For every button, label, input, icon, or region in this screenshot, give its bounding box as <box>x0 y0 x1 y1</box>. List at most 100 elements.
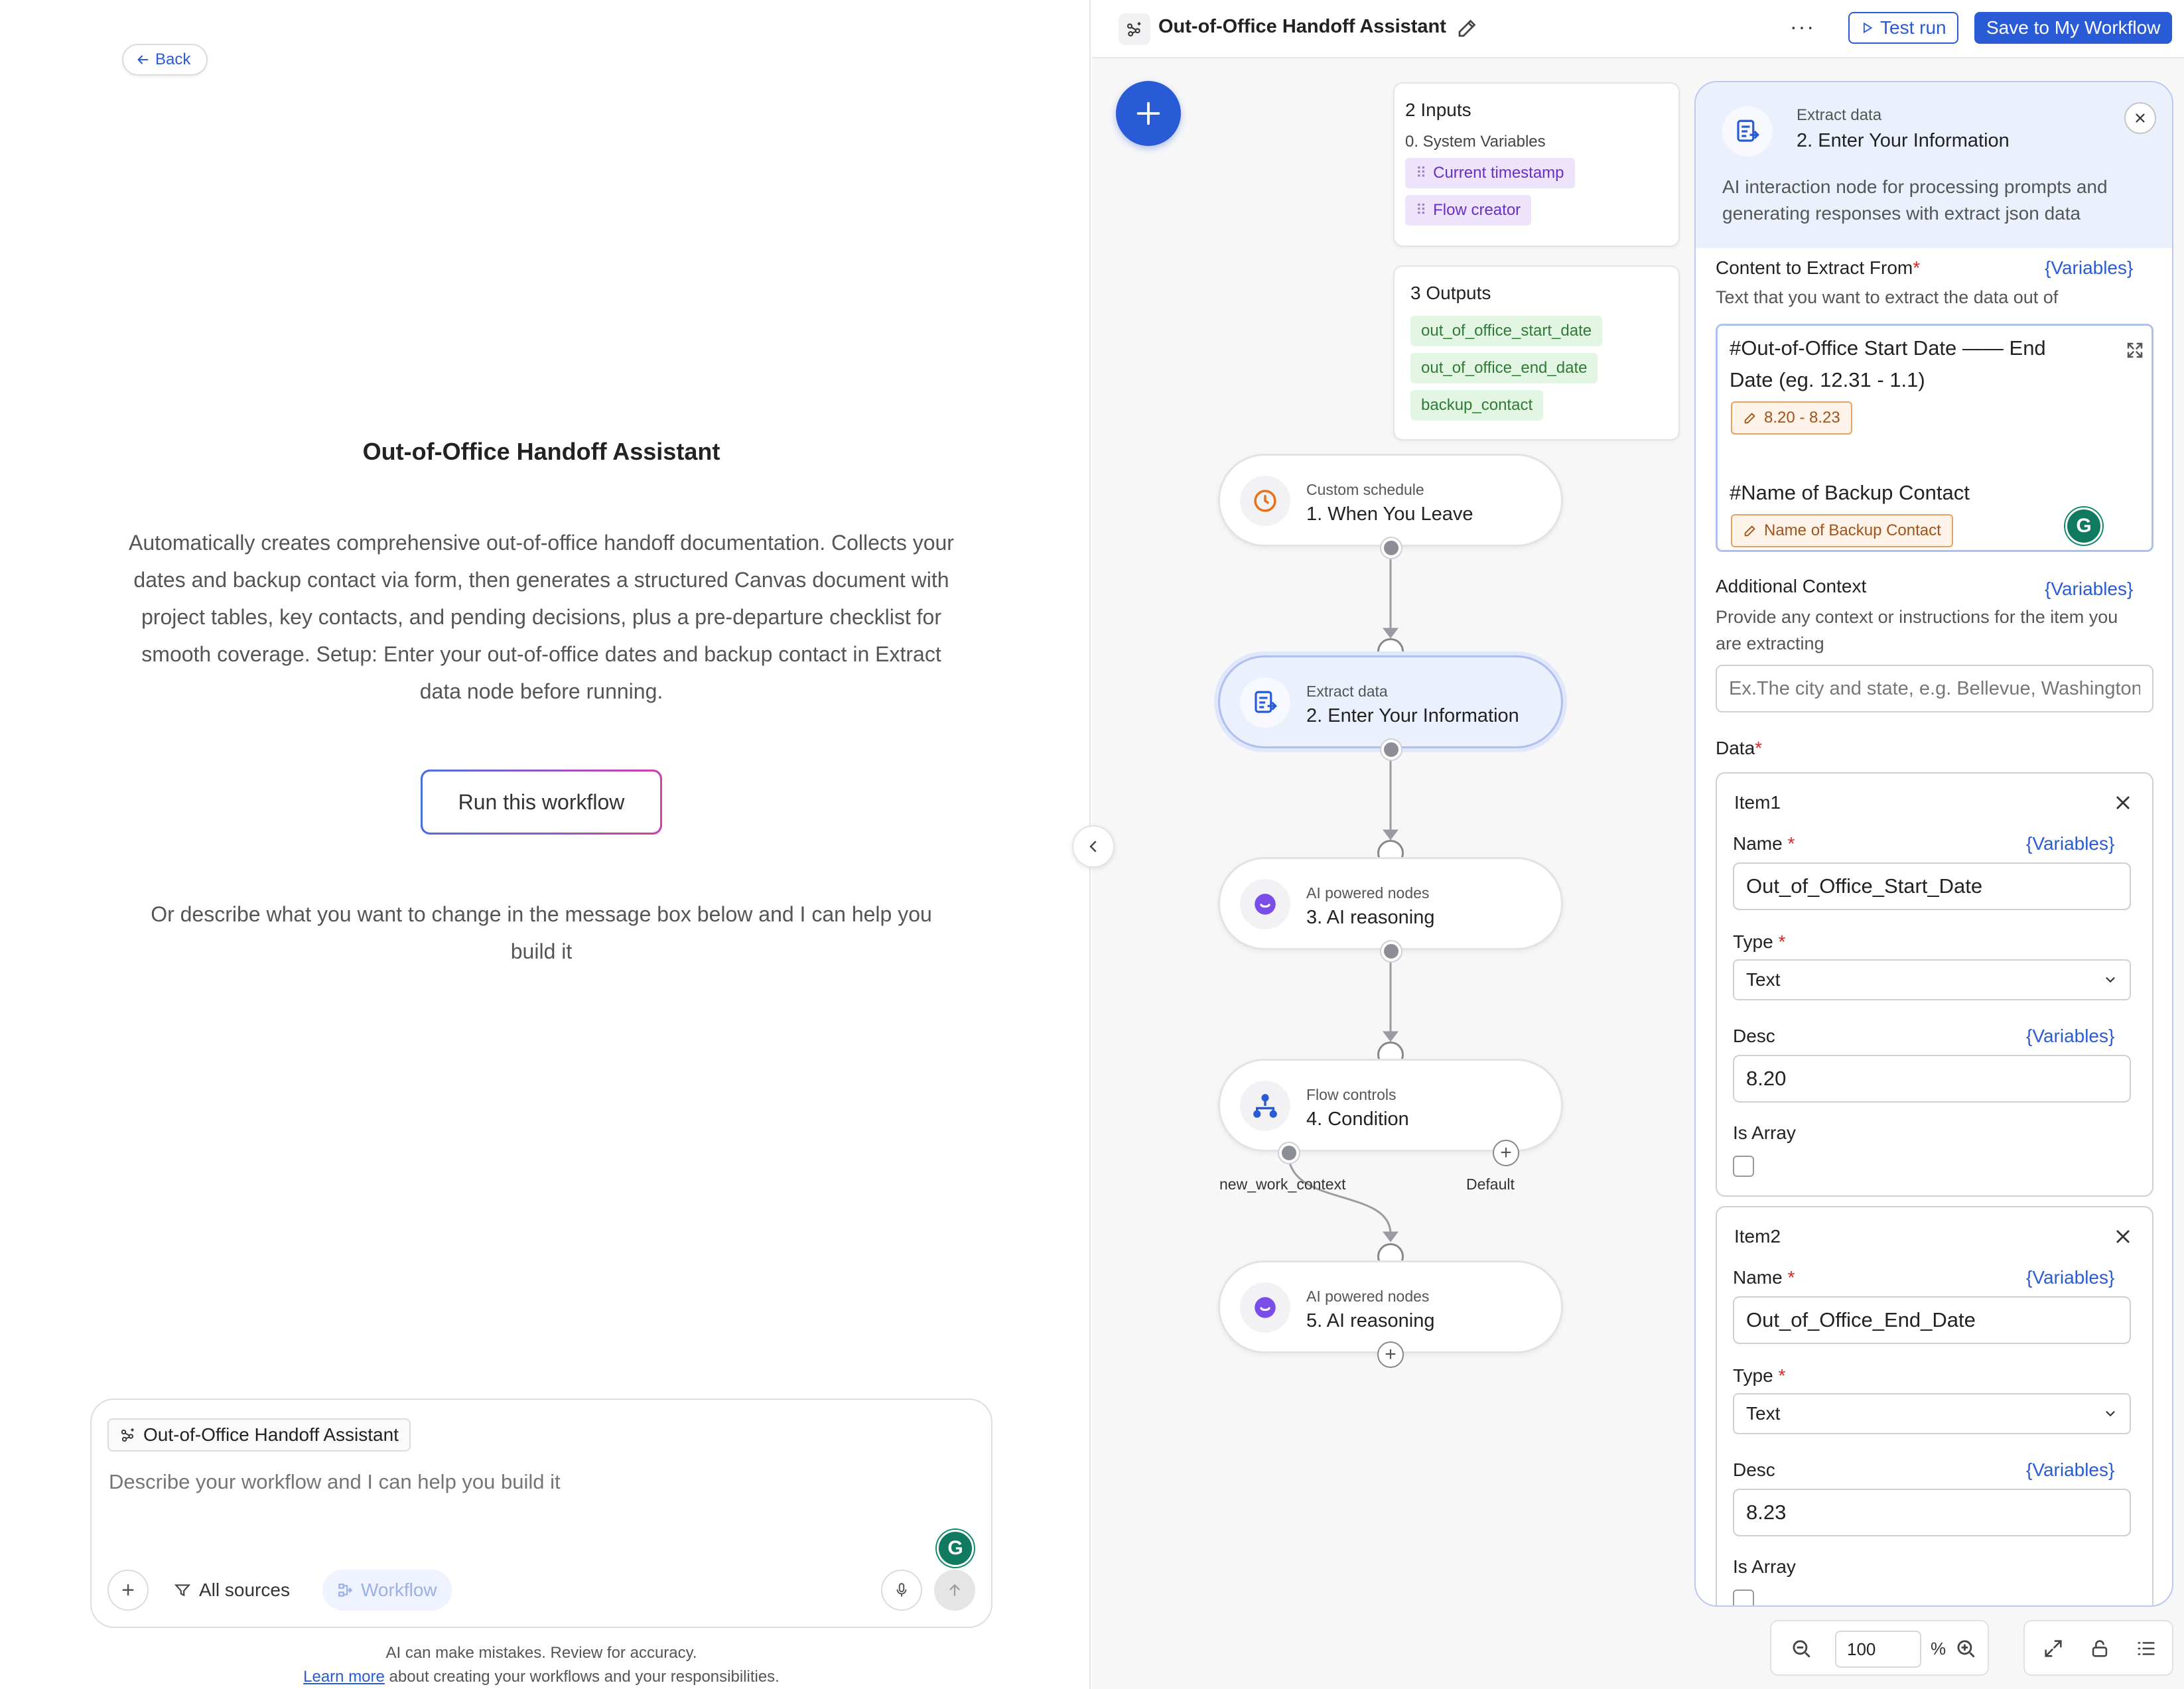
disclaimer-line-2: Learn more about creating your workflows… <box>0 1665 1083 1689</box>
collapse-panel-button[interactable] <box>1072 825 1115 868</box>
close-icon <box>2136 113 2145 123</box>
run-workflow-button[interactable]: Run this workflow <box>421 770 662 835</box>
node-ai-reasoning-5[interactable]: AI powered nodes 5. AI reasoning <box>1218 1260 1563 1353</box>
sources-filter-button[interactable]: All sources <box>174 1570 290 1611</box>
plus-icon: + <box>121 1577 135 1603</box>
zoom-in-icon[interactable] <box>1953 1636 1978 1661</box>
grammarly-icon[interactable]: G <box>937 1530 974 1567</box>
output-port[interactable] <box>1381 941 1401 961</box>
workflow-title: Out-of-Office Handoff Assistant <box>362 438 720 465</box>
grammarly-icon[interactable]: G <box>2065 507 2102 545</box>
context-input[interactable] <box>1716 665 2153 712</box>
panel-node-name: 2. Enter Your Information <box>1797 130 2010 151</box>
filter-icon <box>174 1584 191 1597</box>
item-title: Item2 <box>1734 1226 1781 1247</box>
node-enter-your-information[interactable]: Extract data 2. Enter Your Information <box>1218 655 1563 748</box>
content-textarea[interactable]: #Out-of-Office Start Date —— End Date (e… <box>1716 324 2153 552</box>
node-condition[interactable]: Flow controls 4. Condition <box>1218 1059 1563 1152</box>
branch-label: Default <box>1466 1176 1515 1193</box>
item-name-variables-link[interactable]: {Variables} <box>2026 1267 2114 1288</box>
item-name-input[interactable] <box>1733 862 2131 910</box>
variable-chip[interactable]: Name of Backup Contact <box>1731 514 1953 547</box>
content-label: Content to Extract From* <box>1716 257 1921 278</box>
node-name: 1. When You Leave <box>1306 504 1473 525</box>
workflow-context-chip[interactable]: Out-of-Office Handoff Assistant <box>107 1418 411 1452</box>
item-type-select[interactable]: Text <box>1733 959 2131 1000</box>
is-array-checkbox[interactable] <box>1733 1589 1754 1605</box>
panel-description: AI interaction node for processing promp… <box>1722 176 2108 224</box>
chevron-down-icon <box>2106 1411 2115 1417</box>
message-composer: Out-of-Office Handoff Assistant + All so… <box>90 1398 992 1628</box>
workflow-mode-button[interactable]: Workflow <box>322 1570 452 1611</box>
is-array-checkbox[interactable] <box>1733 1156 1754 1177</box>
branch-icon <box>1240 1081 1290 1131</box>
message-input[interactable] <box>109 1470 905 1494</box>
item-desc-variables-link[interactable]: {Variables} <box>2026 1459 2114 1481</box>
ai-bubble-icon <box>1240 879 1290 929</box>
zoom-out-icon[interactable] <box>1789 1636 1814 1661</box>
variable-chip[interactable]: 8.20 - 8.23 <box>1731 401 1852 435</box>
node-ai-reasoning-3[interactable]: AI powered nodes 3. AI reasoning <box>1218 857 1563 950</box>
item-desc-input[interactable] <box>1733 1055 2131 1103</box>
item-type-label: Type * <box>1733 931 1786 952</box>
output-port[interactable] <box>1381 740 1401 760</box>
more-options-button[interactable]: ··· <box>1790 15 1815 39</box>
context-variables-link[interactable]: {Variables} <box>2045 578 2133 600</box>
arrow-left-icon <box>137 55 149 64</box>
node-when-you-leave[interactable]: Custom schedule 1. When You Leave <box>1218 454 1563 547</box>
item-type-select[interactable]: Text <box>1733 1393 2131 1434</box>
content-line: #Out-of-Office Start Date —— End <box>1730 336 2046 360</box>
node-properties-panel: Extract data 2. Enter Your Information A… <box>1694 81 2173 1607</box>
remove-item-icon[interactable] <box>2114 1227 2132 1246</box>
save-workflow-label: Save to My Workflow <box>1986 17 2161 38</box>
item-title: Item1 <box>1734 792 1781 813</box>
workflow-icon <box>121 1428 134 1442</box>
remove-item-icon[interactable] <box>2114 793 2132 812</box>
plus-icon: + <box>1385 1343 1397 1365</box>
expand-icon[interactable] <box>2125 340 2145 360</box>
microphone-button[interactable] <box>881 1570 922 1611</box>
context-help: Provide any context or instructions for … <box>1716 607 2118 653</box>
plus-icon: + <box>1500 1142 1512 1164</box>
workflow-mode-icon <box>338 1584 353 1597</box>
lock-icon[interactable] <box>2088 1637 2111 1660</box>
add-attachment-button[interactable]: + <box>107 1570 149 1611</box>
node-name: 5. AI reasoning <box>1306 1310 1435 1331</box>
back-button[interactable]: Back <box>122 44 208 76</box>
test-run-button[interactable]: Test run <box>1848 12 1958 44</box>
branch-label: new_work_context <box>1219 1176 1346 1193</box>
item-name-label: Name * <box>1733 1267 1795 1288</box>
run-workflow-label: Run this workflow <box>458 789 625 814</box>
list-icon[interactable] <box>2135 1637 2157 1660</box>
item-desc-variables-link[interactable]: {Variables} <box>2026 1026 2114 1047</box>
send-button[interactable] <box>934 1570 975 1611</box>
item-desc-label: Desc <box>1733 1459 1775 1480</box>
fit-view-icon[interactable] <box>2042 1637 2065 1660</box>
node-name: 2. Enter Your Information <box>1306 705 1519 726</box>
content-variables-link[interactable]: {Variables} <box>2045 257 2133 279</box>
workflow-description: Automatically creates comprehensive out-… <box>129 531 954 703</box>
add-next-node-button[interactable]: + <box>1377 1341 1404 1368</box>
learn-more-link[interactable]: Learn more <box>303 1668 385 1686</box>
item-array-label: Is Array <box>1733 1556 1796 1577</box>
item-name-input[interactable] <box>1733 1296 2131 1344</box>
extract-icon <box>1722 106 1773 157</box>
sources-label: All sources <box>199 1580 290 1600</box>
item-desc-input[interactable] <box>1733 1489 2131 1536</box>
back-label: Back <box>155 50 191 68</box>
close-panel-button[interactable] <box>2124 102 2156 134</box>
branch-port-new-work-context[interactable] <box>1279 1143 1299 1163</box>
node-category: Custom schedule <box>1306 481 1424 498</box>
node-category: AI powered nodes <box>1306 884 1430 902</box>
content-line: #Name of Backup Contact <box>1730 481 1970 504</box>
workflow-chip-label: Out-of-Office Handoff Assistant <box>143 1424 399 1445</box>
item-desc-label: Desc <box>1733 1026 1775 1046</box>
chevron-down-icon <box>2106 977 2115 983</box>
output-port[interactable] <box>1381 538 1401 558</box>
content-help: Text that you want to extract the data o… <box>1716 287 2059 307</box>
zoom-level-input[interactable] <box>1835 1631 1921 1668</box>
branch-port-default[interactable]: + <box>1493 1140 1519 1166</box>
save-workflow-button[interactable]: Save to My Workflow <box>1974 12 2173 44</box>
item-name-variables-link[interactable]: {Variables} <box>2026 833 2114 854</box>
test-run-label: Test run <box>1880 17 1946 38</box>
